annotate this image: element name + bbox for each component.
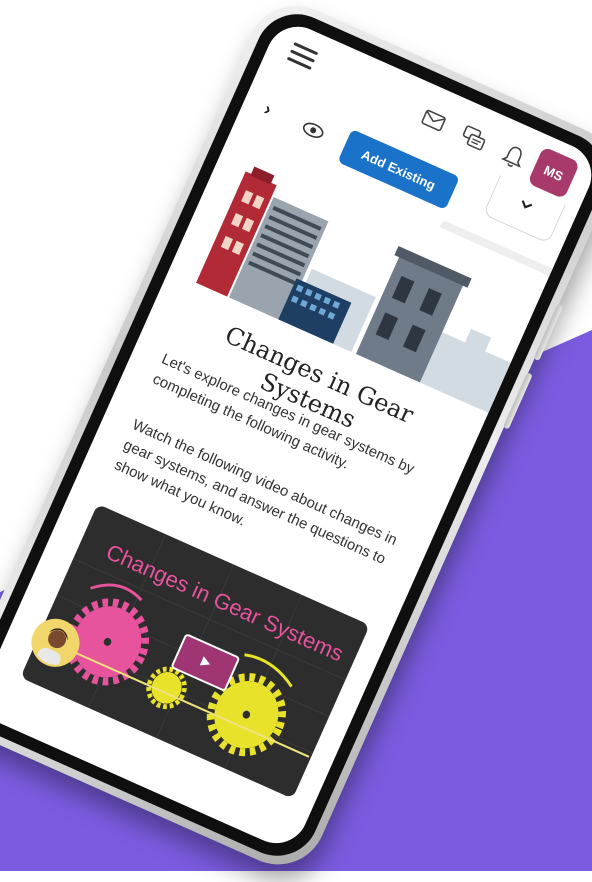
- bell-icon[interactable]: [497, 139, 531, 173]
- chevron-down-icon: [521, 200, 533, 209]
- play-icon: [199, 656, 210, 666]
- eye-icon[interactable]: [300, 119, 326, 141]
- hamburger-icon[interactable]: [286, 42, 319, 71]
- chat-icon[interactable]: [457, 121, 491, 155]
- chevron-right-icon[interactable]: ›: [261, 99, 275, 121]
- mail-icon[interactable]: [416, 103, 450, 137]
